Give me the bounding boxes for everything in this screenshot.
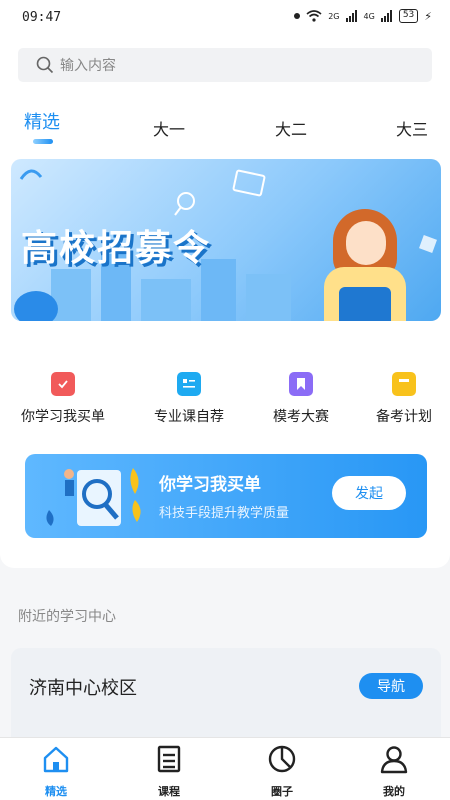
network-2g-label: 2G (328, 11, 340, 21)
tab-indicator (33, 139, 53, 144)
tab-freshman[interactable]: 大一 (153, 116, 185, 140)
nav-label: 课程 (158, 785, 180, 798)
quick-link-label: 备考计划 (376, 409, 432, 425)
search-bar[interactable]: 输入内容 (18, 48, 432, 82)
navigate-button[interactable]: 导航 (359, 673, 423, 699)
charging-icon: ⚡ (424, 9, 432, 23)
initiate-button[interactable]: 发起 (332, 476, 406, 510)
search-icon (36, 56, 54, 74)
course-icon (157, 745, 181, 773)
pie-chart-icon (268, 745, 296, 773)
quick-link-mock-exam[interactable]: 模考大赛 (246, 372, 356, 426)
quick-link-label: 专业课自荐 (154, 409, 224, 425)
learning-center-card[interactable]: 济南中心校区 导航 (11, 648, 441, 748)
wifi-icon (306, 10, 322, 22)
nearby-section-title: 附近的学习中心 (18, 609, 116, 625)
girl-face (346, 221, 386, 265)
quick-link-label: 模考大赛 (273, 409, 329, 425)
signal-icon (345, 10, 357, 22)
nav-item-featured[interactable]: 精选 (16, 744, 96, 799)
home-icon (43, 746, 69, 773)
nav-item-course[interactable]: 课程 (129, 744, 209, 799)
notification-dot-icon (294, 13, 301, 19)
bookmark-icon (289, 372, 313, 396)
nav-item-circle[interactable]: 圈子 (242, 744, 322, 799)
quick-link-major-recommend[interactable]: 专业课自荐 (134, 372, 244, 426)
promo-title: 你学习我买单 (159, 475, 261, 495)
signal-icon-2 (380, 10, 392, 22)
girl-dress (339, 287, 391, 321)
promo-subtitle: 科技手段提升教学质量 (159, 506, 290, 521)
network-4g-label: 4G (363, 11, 375, 21)
nav-label: 圈子 (271, 785, 293, 798)
tab-featured[interactable]: 精选 (24, 108, 60, 134)
quick-link-study-plan[interactable]: 备考计划 (349, 372, 450, 426)
promo-card[interactable]: 你学习我买单 科技手段提升教学质量 发起 (25, 454, 427, 538)
status-bar: 09:47 2G 4G 53 ⚡ (0, 0, 450, 36)
status-icons: 2G 4G 53 ⚡ (294, 9, 432, 23)
tab-bar: 精选 大一 大二 大三 (0, 104, 450, 148)
user-icon (380, 746, 408, 774)
notebook-icon (392, 372, 416, 396)
tab-sophomore[interactable]: 大二 (275, 116, 307, 140)
promo-illustration (46, 468, 141, 526)
banner-title: 高校招募令 (21, 228, 212, 269)
banner[interactable]: 高校招募令 (11, 159, 441, 321)
bottom-nav: 精选 课程 圈子 我的 (0, 737, 450, 800)
quick-link-pay-for-study[interactable]: 你学习我买单 (8, 372, 118, 426)
center-name: 济南中心校区 (29, 678, 137, 699)
nav-label: 精选 (45, 785, 67, 798)
check-doc-icon (51, 372, 75, 396)
tab-junior[interactable]: 大三 (396, 116, 428, 140)
search-input[interactable]: 输入内容 (60, 55, 116, 75)
quick-link-label: 你学习我买单 (21, 409, 105, 425)
battery-icon: 53 (398, 9, 419, 23)
id-card-icon (177, 372, 201, 396)
top-card: 输入内容 精选 大一 大二 大三 高校招募令 你学习我买单 专业课自荐 模考大赛… (0, 36, 450, 568)
nav-label: 我的 (383, 785, 405, 798)
status-time: 09:47 (22, 10, 62, 25)
nav-item-profile[interactable]: 我的 (354, 744, 434, 799)
